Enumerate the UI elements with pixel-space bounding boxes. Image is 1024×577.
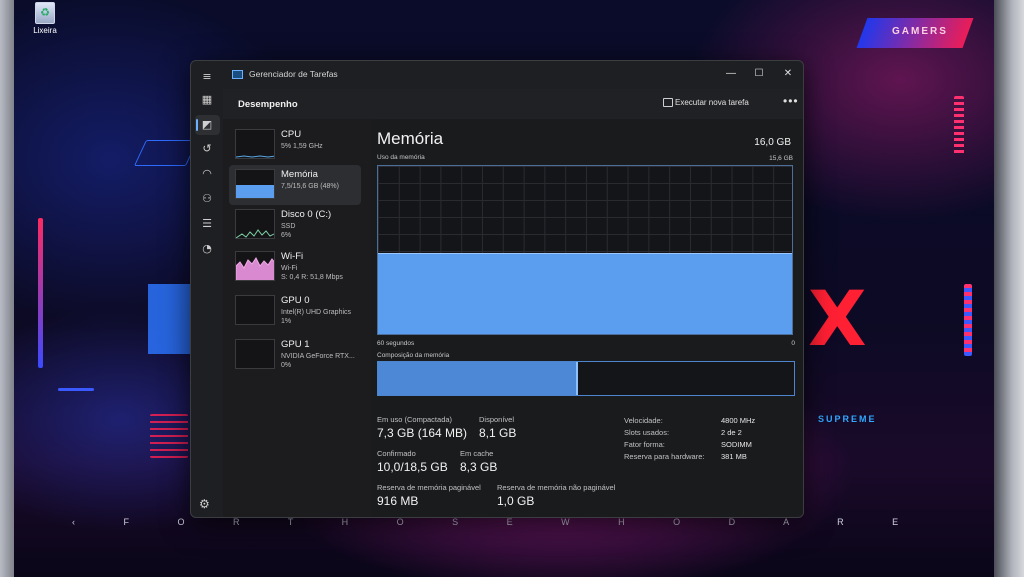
laptop-bezel-right xyxy=(994,0,1024,577)
app-history-icon[interactable]: ↺ xyxy=(199,141,215,157)
cpu-thumbnail-graph xyxy=(235,129,275,159)
form-factor-value: SODIMM xyxy=(721,440,752,449)
sidebar-item-label: Disco 0 (C:) xyxy=(281,209,332,220)
wallpaper-accent xyxy=(38,218,43,368)
sidebar-item-cpu[interactable]: CPU 5% 1,59 GHz xyxy=(229,125,361,165)
memory-composition-bar xyxy=(377,361,795,396)
sidebar-item-detail: 1% xyxy=(281,318,292,325)
paged-pool-value: 916 MB xyxy=(377,494,419,508)
wallpaper-accent xyxy=(964,284,972,356)
wallpaper-accent xyxy=(150,414,188,458)
gpu0-thumbnail-graph xyxy=(235,295,275,325)
sidebar-item-label: CPU xyxy=(281,129,302,140)
window-title: Gerenciador de Tarefas xyxy=(249,69,338,79)
resource-list: CPU 5% 1,59 GHz Memória 7,5/15,6 GB (48%… xyxy=(223,119,371,517)
startup-apps-icon[interactable]: ◠ xyxy=(199,166,215,182)
paged-pool-label: Reserva de memória paginável xyxy=(377,483,481,492)
sidebar-item-detail: 6% xyxy=(281,232,292,239)
sidebar-item-wifi[interactable]: Wi-Fi Wi-Fi S: 0,4 R: 51,8 Mbps xyxy=(229,247,361,287)
wallpaper-badge-text: GAMERS xyxy=(892,26,948,37)
sidebar-item-detail: S: 0,4 R: 51,8 Mbps xyxy=(281,274,343,281)
services-icon[interactable]: ◔ xyxy=(199,241,215,257)
cached-value: 8,3 GB xyxy=(460,460,498,474)
speed-value: 4800 MHz xyxy=(721,416,756,425)
recycle-bin-icon: ♻ xyxy=(35,2,55,24)
committed-label: Confirmado xyxy=(377,449,416,458)
recycle-bin-label: Lixeira xyxy=(33,26,57,35)
sidebar-item-disk[interactable]: Disco 0 (C:) SSD 6% xyxy=(229,205,361,245)
wallpaper-tagline: SUPREME xyxy=(818,414,877,424)
memory-thumbnail-graph xyxy=(235,169,275,199)
more-options-button[interactable]: ••• xyxy=(783,94,799,108)
hardware-reserved-key: Reserva para hardware: xyxy=(624,452,705,461)
wallpaper-accent xyxy=(58,388,94,391)
slots-key: Slots usados: xyxy=(624,428,670,437)
sidebar-item-detail: SSD xyxy=(281,223,296,230)
memory-title: Memória xyxy=(377,129,444,148)
rail-active-indicator xyxy=(196,119,198,131)
in-use-label: Em uso (Compactada) xyxy=(377,415,453,424)
available-value: 8,1 GB xyxy=(479,426,517,440)
hamburger-menu-icon[interactable]: ≡ xyxy=(199,69,215,85)
title-bar[interactable]: Gerenciador de Tarefas — ☐ ✕ xyxy=(191,61,803,89)
page-header: Desempenho Executar nova tarefa ••• xyxy=(223,89,803,119)
sidebar-item-memory[interactable]: Memória 7,5/15,6 GB (48%) xyxy=(229,165,361,205)
memory-panel: Memória 16,0 GB Uso da memória 15,6 GB 6… xyxy=(371,119,803,517)
composition-in-use xyxy=(378,362,578,395)
recycle-bin-shortcut[interactable]: ♻ Lixeira xyxy=(30,2,60,35)
task-manager-window: Gerenciador de Tarefas — ☐ ✕ ≡ ▦ ◩ ↺ ◠ ⚇… xyxy=(190,60,804,518)
users-icon[interactable]: ⚇ xyxy=(199,191,215,207)
sidebar-item-detail: 5% 1,59 GHz xyxy=(281,143,323,150)
available-label: Disponível xyxy=(479,415,515,424)
settings-gear-icon[interactable]: ⚙ xyxy=(199,497,210,511)
nav-rail: ≡ ▦ ◩ ↺ ◠ ⚇ ☰ ◔ ⚙ xyxy=(191,61,223,517)
slots-value: 2 de 2 xyxy=(721,428,742,437)
gpu1-thumbnail-graph xyxy=(235,339,275,369)
sidebar-item-label: Memória xyxy=(281,169,318,180)
page-title: Desempenho xyxy=(238,99,298,110)
sidebar-item-gpu1[interactable]: GPU 1 NVIDIA GeForce RTX... 0% xyxy=(229,335,361,375)
wallpaper-logo-letter-x: X xyxy=(808,274,867,363)
details-icon[interactable]: ☰ xyxy=(199,216,215,232)
graph-time-end: 0 xyxy=(791,340,795,347)
wallpaper-logo-letter xyxy=(148,284,196,354)
wifi-thumbnail-graph xyxy=(235,251,275,281)
composition-label: Composição da memória xyxy=(377,352,450,359)
laptop-bezel-left xyxy=(0,0,14,577)
sidebar-item-label: Wi-Fi xyxy=(281,251,304,262)
minimize-button[interactable]: — xyxy=(721,65,741,83)
memory-usage-fill xyxy=(378,253,792,334)
usage-graph-label: Uso da memória xyxy=(377,154,425,161)
nonpaged-pool-label: Reserva de memória não paginável xyxy=(497,483,616,492)
close-button[interactable]: ✕ xyxy=(778,65,798,83)
wallpaper-accent xyxy=(954,96,964,156)
wallpaper-footer-strip: ‹ F O R T H O S E W H O D A R E › xyxy=(72,517,942,527)
committed-value: 10,0/18,5 GB xyxy=(377,460,448,474)
graph-time-start: 60 segundos xyxy=(377,340,415,347)
nonpaged-pool-value: 1,0 GB xyxy=(497,494,535,508)
memory-total: 16,0 GB xyxy=(754,137,791,148)
sidebar-item-detail: 0% xyxy=(281,362,292,369)
form-factor-key: Fator forma: xyxy=(624,440,665,449)
sidebar-item-detail: 7,5/15,6 GB (48%) xyxy=(281,183,339,190)
sidebar-item-detail: NVIDIA GeForce RTX... xyxy=(281,353,355,360)
performance-icon[interactable]: ◩ xyxy=(199,117,215,133)
disk-thumbnail-graph xyxy=(235,209,275,239)
speed-key: Velocidade: xyxy=(624,416,663,425)
run-task-icon[interactable] xyxy=(663,98,673,107)
usage-graph-max: 15,6 GB xyxy=(769,155,793,162)
sidebar-item-gpu0[interactable]: GPU 0 Intel(R) UHD Graphics 1% xyxy=(229,291,361,331)
sidebar-item-label: GPU 0 xyxy=(281,295,310,306)
task-manager-app-icon xyxy=(232,70,243,79)
hardware-reserved-value: 381 MB xyxy=(721,452,747,461)
in-use-value: 7,3 GB (164 MB) xyxy=(377,426,468,440)
cached-label: Em cache xyxy=(460,449,494,458)
sidebar-item-label: GPU 1 xyxy=(281,339,310,350)
sidebar-item-detail: Intel(R) UHD Graphics xyxy=(281,309,352,316)
run-new-task-button[interactable]: Executar nova tarefa xyxy=(675,98,749,107)
memory-usage-graph xyxy=(377,165,793,335)
processes-icon[interactable]: ▦ xyxy=(199,92,215,108)
sidebar-item-detail: Wi-Fi xyxy=(281,265,298,272)
maximize-button[interactable]: ☐ xyxy=(749,65,769,83)
